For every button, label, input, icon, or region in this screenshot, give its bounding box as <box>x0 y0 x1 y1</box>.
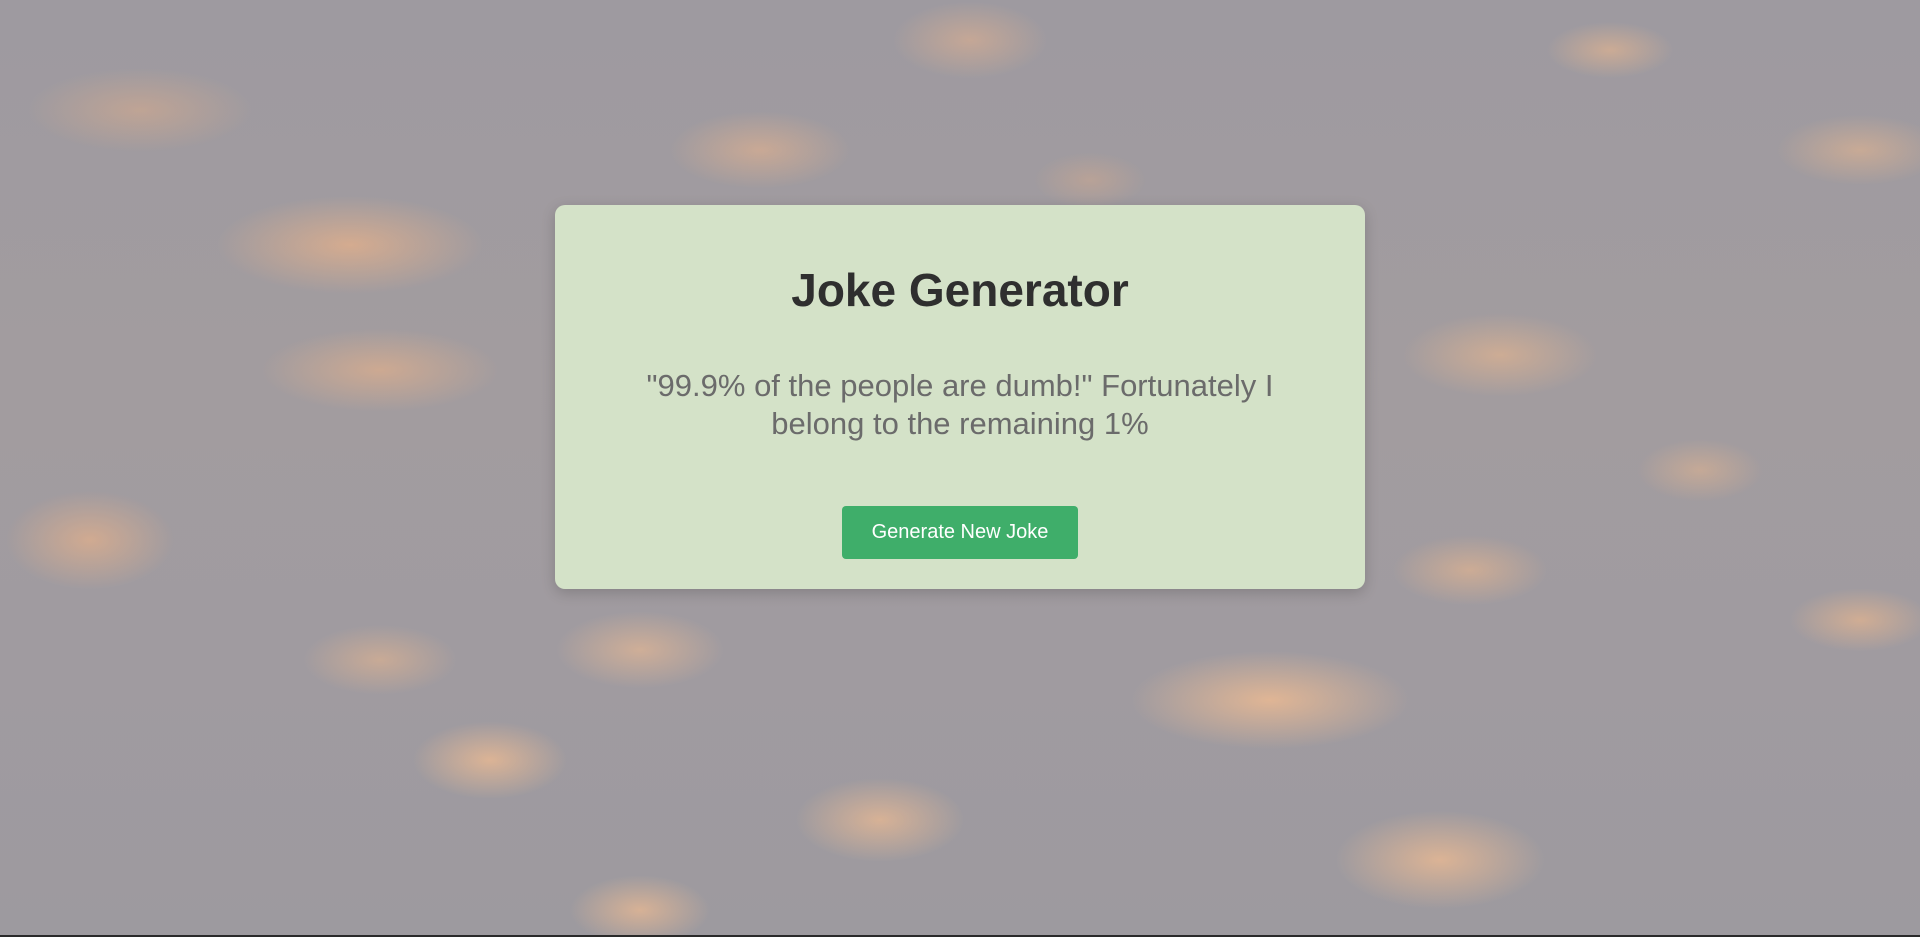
generate-joke-button[interactable]: Generate New Joke <box>842 506 1078 559</box>
page-background: Joke Generator "99.9% of the people are … <box>0 0 1920 937</box>
page-title: Joke Generator <box>791 264 1129 316</box>
joke-card: Joke Generator "99.9% of the people are … <box>555 205 1365 589</box>
joke-text: "99.9% of the people are dumb!" Fortunat… <box>646 368 1274 441</box>
